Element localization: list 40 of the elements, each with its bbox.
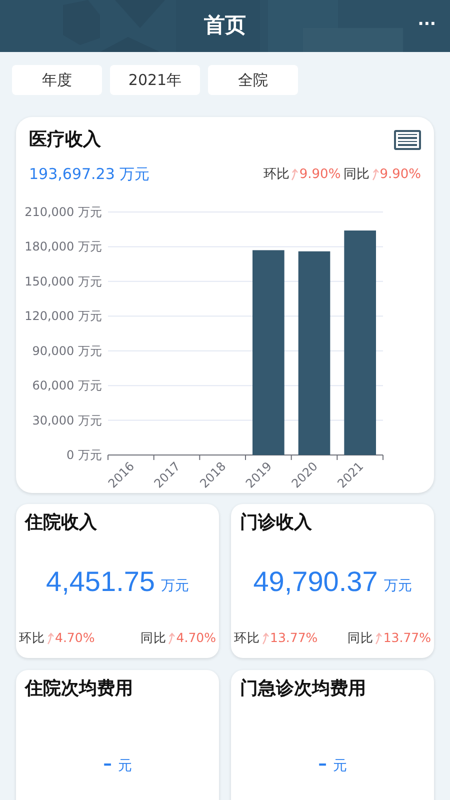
comparison-value: 13.77% [270,628,318,647]
unit-label: 元 [118,757,132,776]
stat-value: - [102,746,112,780]
card-title: 门急诊次均费用 [239,676,367,700]
unit-label: 万元 [161,576,189,596]
y-axis-label: 120,000 万元 [24,308,102,323]
card-title: 医疗收入 [29,128,101,152]
stat-value: 49,790.37 [253,565,378,600]
more-button[interactable]: ··· [418,12,436,36]
y-axis-label: 90,000 万元 [32,343,102,358]
unit-label: 元 [333,757,348,776]
stat-value: - [318,746,328,780]
y-axis-label: 210,000 万元 [24,204,102,218]
y-axis-label: 150,000 万元 [24,274,102,288]
filter-button[interactable]: 2021年 [110,65,200,95]
card-title: 住院次均费用 [24,676,134,700]
comparison-label: 环比 [234,628,260,647]
filter-button[interactable]: 年度 [12,65,102,95]
y-axis-label: 60,000 万元 [32,378,102,392]
y-axis-label: 30,000 万元 [32,412,102,427]
comparison-label: 环比 [263,166,290,184]
stat-value: 4,451.75 [46,565,155,600]
y-axis-label: 0 万元 [66,448,102,462]
page-title: 首页 [204,12,246,40]
card-title: 住院收入 [24,510,98,534]
comparison-value: 9.90% [299,166,341,184]
y-axis-label: 180,000 万元 [24,239,102,254]
menu-button[interactable] [394,130,421,150]
comparison-value: 4.70% [176,628,216,647]
comparison-label: 环比 [19,628,45,647]
unit-label: 万元 [384,576,412,596]
comparison-value: 13.77% [383,628,431,647]
card-title: 门诊收入 [239,510,313,534]
filter-button[interactable]: 全院 [208,65,298,95]
comparison-value: 4.70% [55,628,95,647]
total-value: 193,697.23 万元 [29,164,150,185]
comparison-label: 同比 [347,628,374,647]
comparison-label: 同比 [344,166,370,184]
comparison-value: 9.90% [380,166,421,184]
comparison-label: 同比 [140,628,166,647]
